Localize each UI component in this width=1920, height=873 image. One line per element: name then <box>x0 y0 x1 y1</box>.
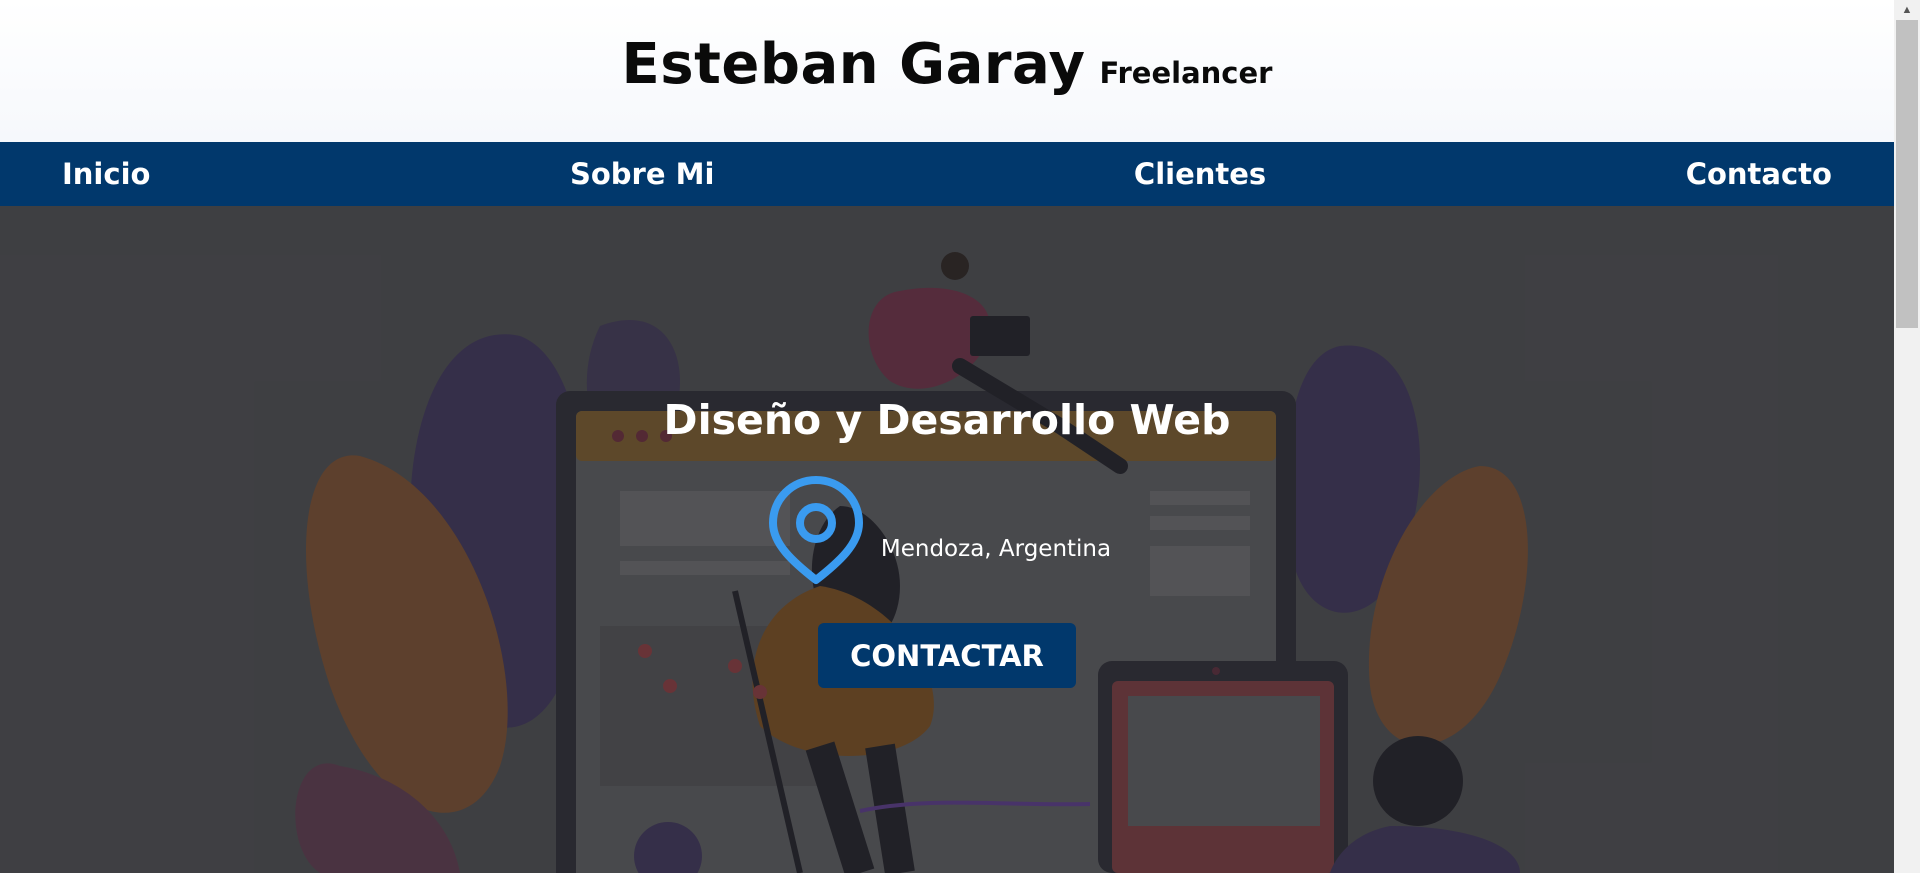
brand[interactable]: Esteban Garay Freelancer <box>622 32 1273 97</box>
scroll-up-icon[interactable]: ▲ <box>1894 0 1920 20</box>
nav-item-sobre-mi[interactable]: Sobre Mi <box>570 157 714 191</box>
nav-item-contacto[interactable]: Contacto <box>1686 157 1832 191</box>
location: Mendoza, Argentina <box>767 474 1111 591</box>
page: Esteban Garay Freelancer Inicio Sobre Mi… <box>0 0 1894 873</box>
nav-item-inicio[interactable]: Inicio <box>62 157 150 191</box>
hero-content: Diseño y Desarrollo Web Mendoza, Argenti… <box>0 396 1894 688</box>
brand-name: Esteban Garay <box>621 31 1086 97</box>
brand-tagline: Freelancer <box>1099 55 1273 90</box>
contact-button[interactable]: CONTACTAR <box>818 623 1076 688</box>
nav-item-clientes[interactable]: Clientes <box>1134 157 1266 191</box>
map-pin-icon <box>767 474 865 591</box>
scroll-thumb[interactable] <box>1896 20 1918 328</box>
main-nav: Inicio Sobre Mi Clientes Contacto <box>0 142 1894 206</box>
hero-section: Diseño y Desarrollo Web Mendoza, Argenti… <box>0 206 1894 873</box>
location-text: Mendoza, Argentina <box>880 535 1112 562</box>
site-header: Esteban Garay Freelancer <box>0 0 1894 142</box>
scrollbar[interactable]: ▲ <box>1894 0 1920 873</box>
hero-title: Diseño y Desarrollo Web <box>663 396 1231 444</box>
